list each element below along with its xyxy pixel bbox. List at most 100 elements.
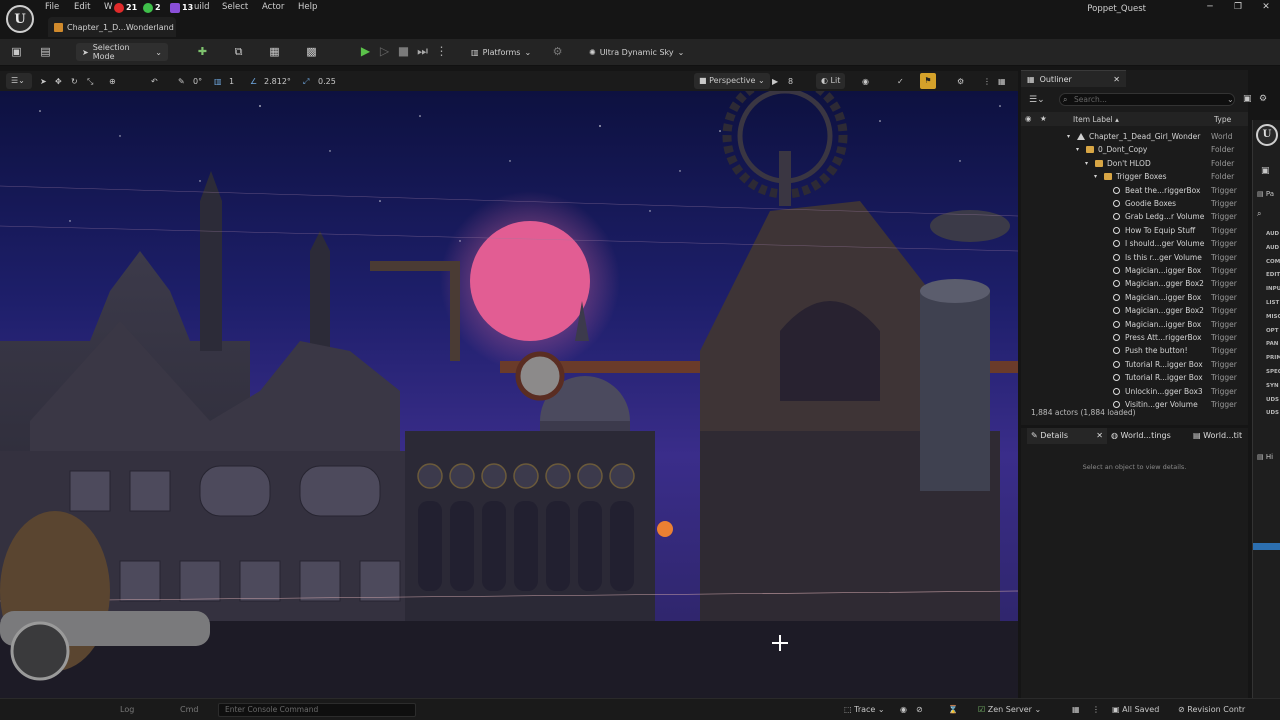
selected-row[interactable] — [1253, 543, 1280, 550]
selection-mode-dropdown[interactable]: ➤ Selection Mode ⌄ — [76, 43, 168, 61]
scale-snap-icon[interactable]: ⤢ — [303, 75, 309, 88]
realtime-icon[interactable]: ✓ — [897, 75, 904, 88]
cmd-button[interactable]: Cmd — [180, 705, 198, 714]
platforms-dropdown[interactable]: ▥ Platforms ⌄ — [465, 43, 537, 61]
rotation-snap-value[interactable]: 0° — [193, 75, 202, 88]
category-item[interactable]: OPT — [1266, 328, 1278, 334]
outliner-row[interactable]: Magician...igger Box Trigger — [1021, 291, 1248, 304]
maximize-icon[interactable]: ❐ — [1230, 2, 1246, 12]
outliner-settings-icon[interactable]: ⚙ — [1259, 94, 1267, 104]
category-item[interactable]: UDS — [1266, 410, 1279, 416]
rotation-snap-icon[interactable]: ↶ — [151, 75, 158, 88]
save-icon[interactable]: ▣ — [1261, 166, 1270, 176]
menu-window[interactable]: W — [104, 2, 112, 12]
chevron-down-icon[interactable]: ⌄ — [1227, 95, 1234, 104]
surface-snap-icon[interactable]: ✎ — [178, 75, 185, 88]
play-in-editor-icon[interactable]: ▷ — [377, 44, 392, 59]
outliner-row[interactable]: Goodie Boxes Trigger — [1021, 197, 1248, 210]
perspective-dropdown[interactable]: ■ Perspective ⌄ — [694, 73, 770, 89]
viewport-menu-button[interactable]: ☰⌄ — [6, 73, 32, 89]
show-flags-icon[interactable]: ◉ — [862, 75, 869, 88]
search-icon[interactable]: ⌕ — [1257, 209, 1261, 219]
outliner-row[interactable]: Magician...igger Box Trigger — [1021, 264, 1248, 277]
column-item-label[interactable]: Item Label ▴ — [1073, 115, 1119, 124]
menu-edit[interactable]: Edit — [74, 2, 90, 12]
category-item[interactable]: INPU — [1266, 286, 1280, 292]
hierarchy-tab[interactable]: ▤ Hi — [1257, 453, 1273, 461]
console-input[interactable]: Enter Console Command — [218, 703, 416, 717]
rotate-icon[interactable]: ↻ — [71, 75, 78, 88]
add-actor-icon[interactable]: ✚ — [196, 45, 209, 58]
angle-snap-icon[interactable]: ∠ — [250, 75, 257, 88]
eject-icon[interactable]: ⏭ — [415, 44, 430, 59]
select-tool-icon[interactable]: ➤ — [40, 75, 47, 88]
outliner-row[interactable]: Tutorial R...igger Box Trigger — [1021, 371, 1248, 384]
game-view-icon[interactable]: ⚑ — [920, 73, 936, 89]
blueprint-icon[interactable]: ⧉ — [232, 45, 245, 58]
outliner-row[interactable]: How To Equip Stuff Trigger — [1021, 224, 1248, 237]
save-icon[interactable]: ▣ — [10, 45, 23, 58]
outliner-tab[interactable]: ▦ Outliner ✕ — [1021, 70, 1126, 87]
filter-icon[interactable]: ☰⌄ — [1029, 95, 1045, 105]
outliner-row[interactable]: I should...ger Volume Trigger — [1021, 237, 1248, 250]
new-folder-icon[interactable]: ▣ — [1243, 94, 1252, 104]
outliner-row[interactable]: Is this r...ger Volume Trigger — [1021, 251, 1248, 264]
menu-help[interactable]: Help — [298, 2, 317, 12]
close-window-icon[interactable]: ✕ — [1258, 2, 1274, 12]
category-item[interactable]: PAN — [1266, 341, 1278, 347]
cinematics-icon[interactable]: ▦ — [268, 45, 281, 58]
outliner-row[interactable]: Unlockin...gger Box3 Trigger — [1021, 385, 1248, 398]
outliner-row[interactable]: Beat the...riggerBox Trigger — [1021, 184, 1248, 197]
world-space-icon[interactable]: ⊕ — [109, 75, 116, 88]
expand-arrow-icon[interactable]: ▾ — [1067, 133, 1070, 140]
category-item[interactable]: AUD — [1266, 231, 1279, 237]
angle-snap-value[interactable]: 2.812° — [264, 75, 291, 88]
tab-world-title[interactable]: ▤ World...tit — [1193, 428, 1242, 444]
close-icon[interactable]: ✕ — [1113, 75, 1120, 84]
category-item[interactable]: COM — [1266, 259, 1280, 265]
level-tab[interactable]: Chapter_1_D...Wonderland — [48, 17, 176, 37]
outliner-row[interactable]: ▾ 0_Dont_Copy Folder — [1021, 143, 1248, 156]
panel-tab[interactable]: ▤ Pa — [1257, 190, 1274, 198]
category-item[interactable]: PRIM — [1266, 355, 1280, 361]
outliner-row[interactable]: Magician...gger Box2 Trigger — [1021, 277, 1248, 290]
more-options-icon[interactable]: ⋮ — [434, 44, 449, 59]
scale-snap-value[interactable]: 0.25 — [318, 75, 336, 88]
category-item[interactable]: MISC — [1266, 314, 1280, 320]
more-icon[interactable]: ⋮ — [983, 75, 991, 88]
group-icon[interactable]: ▩ — [305, 45, 318, 58]
tab-world-settings[interactable]: ◍ World...tings — [1111, 428, 1171, 444]
menu-select[interactable]: Select — [222, 2, 248, 12]
lit-dropdown[interactable]: ◐ Lit — [816, 73, 846, 89]
grid-snap-value[interactable]: 1 — [229, 75, 234, 88]
category-item[interactable]: AUD — [1266, 245, 1279, 251]
zen-server-button[interactable]: ☑ Zen Server ⌄ — [978, 705, 1041, 714]
revision-control-button[interactable]: ⊘ Revision Contr — [1178, 705, 1245, 714]
content-browser-icon[interactable]: ▤ — [39, 45, 52, 58]
trace-dropdown[interactable]: ⬚ Trace ⌄ — [844, 705, 885, 714]
settings-icon[interactable]: ⚙ — [551, 45, 564, 58]
level-viewport[interactable] — [0, 91, 1018, 698]
outliner-row[interactable]: Grab Ledg...r Volume Trigger — [1021, 210, 1248, 223]
layout-icon[interactable]: ▦ — [998, 75, 1006, 88]
scale-icon[interactable]: ⤡ — [87, 75, 93, 88]
stop-icon[interactable]: ■ — [396, 44, 411, 59]
column-type[interactable]: Type — [1214, 115, 1231, 124]
outliner-row[interactable]: Magician...igger Box Trigger — [1021, 318, 1248, 331]
outliner-row[interactable]: Press Att...riggerBox Trigger — [1021, 331, 1248, 344]
category-item[interactable]: LIST — [1266, 300, 1279, 306]
hourglass-icon[interactable]: ⌛ — [948, 705, 958, 714]
grid-snap-icon[interactable]: ▥ — [214, 75, 222, 88]
menu-actor[interactable]: Actor — [262, 2, 284, 12]
visibility-icon[interactable]: ◉ — [1025, 114, 1032, 123]
output-log-button[interactable]: Log — [120, 705, 134, 714]
outliner-row[interactable]: ▾ Don't HLOD Folder — [1021, 157, 1248, 170]
all-saved-button[interactable]: ▣ All Saved — [1112, 705, 1159, 714]
category-item[interactable]: SPEC — [1266, 369, 1280, 375]
menu-build[interactable]: uild — [194, 2, 210, 12]
bookmark-icon[interactable]: ⊘ — [916, 705, 923, 714]
record-icon[interactable]: ◉ — [900, 705, 907, 714]
menu-file[interactable]: File — [45, 2, 59, 12]
minimize-icon[interactable]: ─ — [1202, 2, 1218, 12]
expand-arrow-icon[interactable]: ▾ — [1076, 146, 1079, 153]
